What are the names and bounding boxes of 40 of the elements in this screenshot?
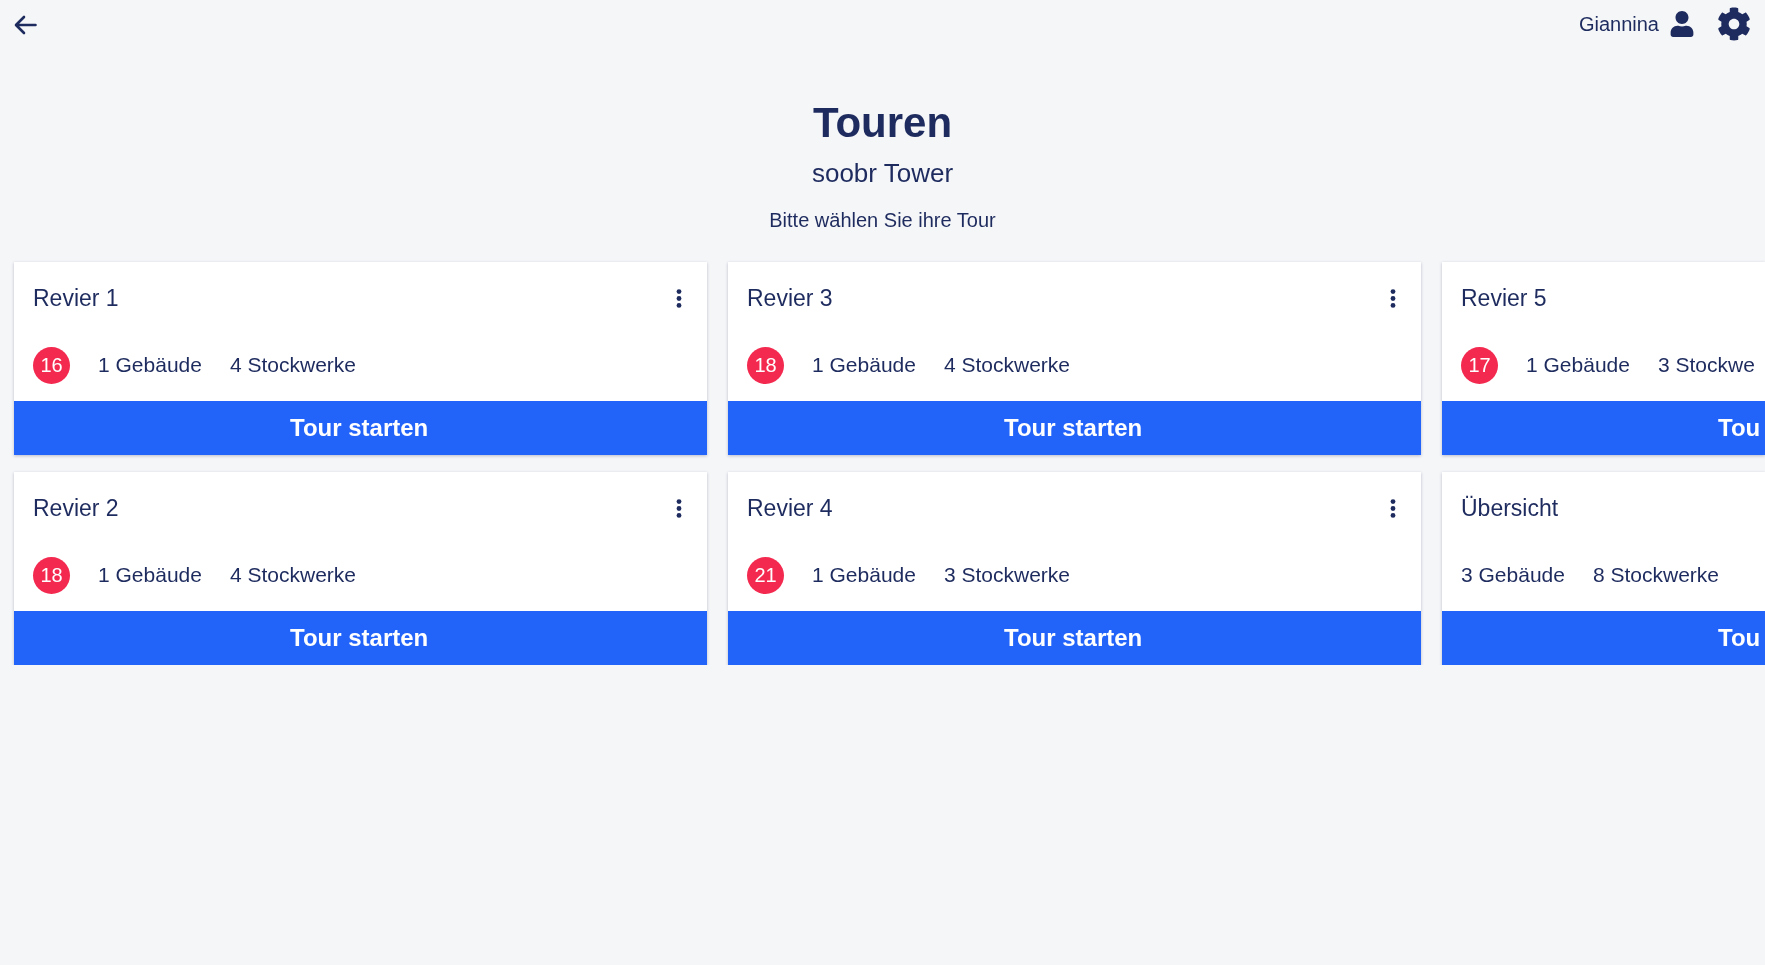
start-tour-button[interactable]: Tour starten — [728, 611, 1421, 665]
card-title: Revier 1 — [33, 284, 119, 313]
start-tour-button[interactable]: Tour starten — [14, 401, 707, 455]
floor-count: 4 Stockwerke — [229, 352, 356, 378]
back-icon[interactable] — [14, 14, 37, 35]
count-badge: 18 — [33, 556, 70, 594]
instruction-text: Bitte wählen Sie ihre Tour — [769, 208, 996, 233]
floor-count: 3 Stockwe — [1657, 352, 1755, 378]
user-icon — [1669, 11, 1695, 37]
card-title: Revier 3 — [747, 284, 833, 313]
start-tour-button[interactable]: Tou — [1442, 401, 1765, 455]
count-badge: 18 — [747, 346, 784, 384]
user-button[interactable]: Giannina — [1578, 9, 1695, 39]
floor-count: 4 Stockwerke — [943, 352, 1070, 378]
card-title: Übersicht — [1461, 494, 1559, 523]
card-title: Revier 4 — [747, 494, 833, 523]
building-count: 1 Gebäude — [812, 352, 916, 378]
floor-count: 8 Stockwerke — [1592, 562, 1719, 588]
building-count: 1 Gebäude — [98, 352, 202, 378]
card-title: Revier 5 — [1461, 284, 1547, 313]
building-count: 3 Gebäude — [1461, 562, 1565, 588]
building-count: 1 Gebäude — [98, 562, 202, 588]
more-icon[interactable] — [1390, 498, 1396, 518]
start-tour-button[interactable]: Tour starten — [728, 401, 1421, 455]
count-badge: 16 — [33, 346, 70, 384]
building-count: 1 Gebäude — [812, 562, 916, 588]
building-count: 1 Gebäude — [1526, 352, 1630, 378]
more-icon[interactable] — [676, 498, 682, 518]
settings-icon[interactable] — [1717, 7, 1751, 41]
start-tour-button[interactable]: Tou — [1442, 611, 1765, 665]
more-icon[interactable] — [676, 288, 682, 308]
count-badge: 21 — [747, 556, 784, 594]
page-title: Touren — [812, 98, 953, 148]
count-badge: 17 — [1461, 346, 1498, 384]
floor-count: 4 Stockwerke — [229, 562, 356, 588]
start-tour-button[interactable]: Tour starten — [14, 611, 707, 665]
floor-count: 3 Stockwerke — [943, 562, 1070, 588]
building-name: soobr Tower — [811, 157, 954, 190]
card-title: Revier 2 — [33, 494, 119, 523]
more-icon[interactable] — [1390, 288, 1396, 308]
